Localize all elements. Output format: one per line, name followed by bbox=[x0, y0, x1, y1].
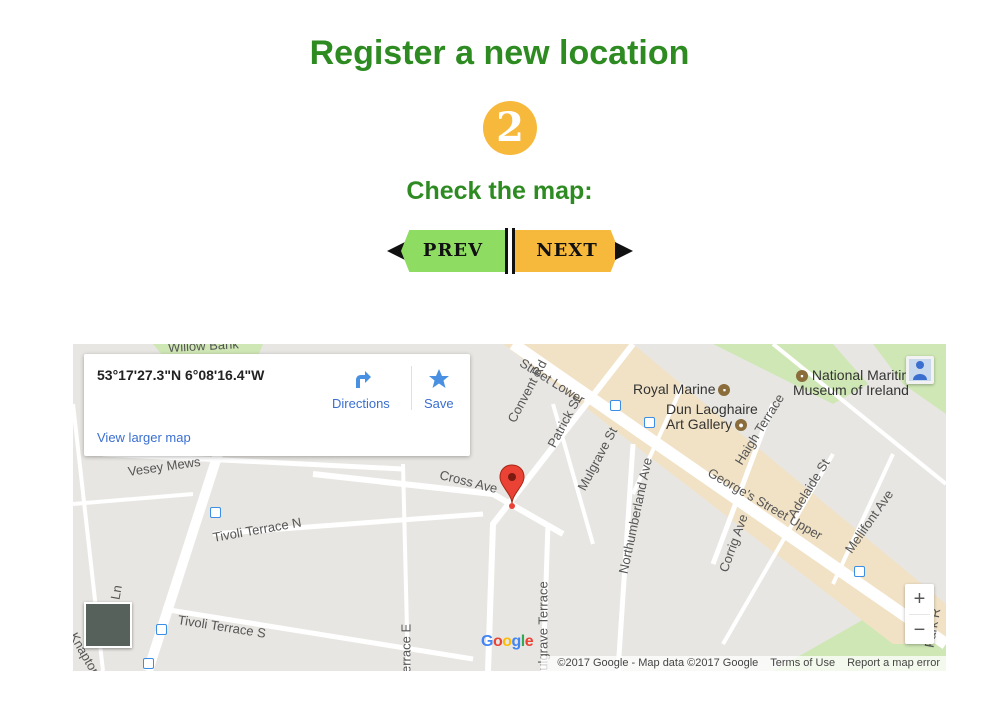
hotel-icon: ▪ bbox=[718, 384, 731, 397]
view-larger-map-link[interactable]: View larger map bbox=[97, 430, 191, 445]
terms-of-use-link[interactable]: Terms of Use bbox=[770, 657, 835, 669]
place-info-card: 53°17'27.3"N 6°08'16.4"W Directions Save… bbox=[84, 354, 470, 456]
google-logo: Google bbox=[481, 633, 534, 650]
bus-stop-icon[interactable] bbox=[156, 624, 167, 635]
poi-label: Royal Marine bbox=[633, 381, 716, 397]
map-footer: ©2017 Google - Map data ©2017 Google Term… bbox=[541, 656, 946, 671]
save-button[interactable]: Save bbox=[424, 368, 454, 411]
prev-button[interactable]: PREV bbox=[401, 230, 505, 272]
satellite-toggle-button[interactable] bbox=[84, 602, 132, 648]
arrow-right-icon bbox=[615, 242, 633, 260]
poi-art-gallery[interactable]: Dun Laoghaire Art Gallery ● bbox=[666, 402, 766, 432]
report-map-error-link[interactable]: Report a map error bbox=[847, 657, 940, 669]
gallery-icon: ● bbox=[735, 419, 748, 432]
coordinates-text: 53°17'27.3"N 6°08'16.4"W bbox=[97, 367, 265, 383]
map-embed[interactable]: Willow Bank Vesey Mews Tivoli Terrace N … bbox=[73, 344, 946, 671]
bus-stop-icon[interactable] bbox=[610, 400, 621, 411]
nav-divider bbox=[505, 228, 515, 274]
next-button[interactable]: NEXT bbox=[515, 230, 619, 272]
zoom-out-button[interactable]: − bbox=[905, 615, 934, 645]
street-label: Ln bbox=[107, 583, 125, 601]
card-divider bbox=[411, 366, 412, 410]
directions-label: Directions bbox=[332, 396, 390, 411]
directions-icon bbox=[355, 371, 371, 388]
step-number-badge: 2 bbox=[483, 101, 537, 155]
page-title: Register a new location bbox=[309, 34, 690, 72]
street-label: Terrace E bbox=[398, 623, 414, 671]
map-attribution: ©2017 Google - Map data ©2017 Google bbox=[557, 657, 759, 669]
poi-royal-marine[interactable]: Royal Marine ▪ bbox=[633, 381, 731, 397]
bus-stop-icon[interactable] bbox=[644, 417, 655, 428]
step-navigation: PREV NEXT bbox=[387, 228, 633, 274]
page-subtitle: Check the map: bbox=[406, 177, 593, 205]
star-icon bbox=[428, 369, 449, 388]
poi-label: National Maritime Museum of Ireland bbox=[793, 367, 921, 398]
save-label: Save bbox=[424, 396, 454, 411]
location-pin-icon[interactable] bbox=[499, 464, 525, 510]
zoom-control: + − bbox=[905, 584, 934, 644]
bus-stop-icon[interactable] bbox=[143, 658, 154, 669]
museum-icon: ▪ bbox=[796, 370, 808, 383]
bus-stop-icon[interactable] bbox=[854, 566, 865, 577]
street-view-pegman-icon[interactable] bbox=[906, 356, 934, 384]
zoom-in-button[interactable]: + bbox=[905, 584, 934, 614]
directions-button[interactable]: Directions bbox=[332, 368, 390, 411]
bus-stop-icon[interactable] bbox=[210, 507, 221, 518]
